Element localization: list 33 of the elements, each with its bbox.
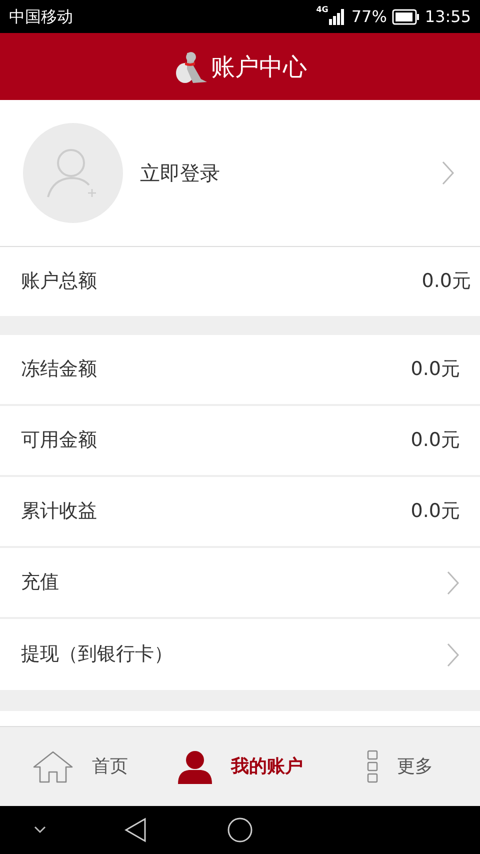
row-label: 充值: [21, 570, 60, 596]
stacked-squares-icon: [367, 750, 379, 784]
battery-icon: [392, 8, 420, 24]
list-row[interactable]: 充值: [0, 548, 480, 619]
row-label: 可用金额: [21, 428, 98, 454]
tab-button[interactable]: 更多: [367, 750, 433, 784]
carrier-text: 中国移动: [9, 6, 73, 28]
network-text: 4G: [316, 4, 328, 16]
row-label: 提现（到银行卡）: [21, 642, 174, 668]
row-value: 0.0元: [410, 357, 460, 382]
total-value: 0.0元: [422, 269, 471, 294]
battery-text: 77%: [351, 6, 387, 28]
home-circle-icon[interactable]: [227, 817, 253, 843]
person-icon: [177, 750, 213, 784]
chevron-right-icon: [441, 160, 455, 186]
row-label: 冻结金额: [21, 357, 98, 382]
list-row[interactable]: 提现（到银行卡）: [0, 619, 480, 690]
row-label: 累计收益: [21, 499, 98, 524]
tab-button[interactable]: 首页: [32, 750, 128, 784]
row-value: 0.0元: [410, 499, 460, 524]
login-label: 立即登录: [140, 160, 221, 187]
login-row[interactable]: 立即登录: [0, 100, 480, 247]
chevron-right-icon: [446, 570, 460, 596]
chevron-down-icon[interactable]: [33, 826, 47, 834]
house-icon: [32, 750, 74, 784]
tab-button[interactable]: 我的账户: [177, 750, 303, 784]
row-value: 0.0元: [410, 428, 460, 454]
back-icon[interactable]: [123, 817, 147, 843]
total-label: 账户总额: [21, 269, 98, 294]
clock-text: 13:55: [424, 6, 471, 28]
signal-icon: [329, 8, 346, 24]
page-title: 账户中心: [211, 52, 307, 82]
chevron-right-icon: [446, 642, 460, 668]
